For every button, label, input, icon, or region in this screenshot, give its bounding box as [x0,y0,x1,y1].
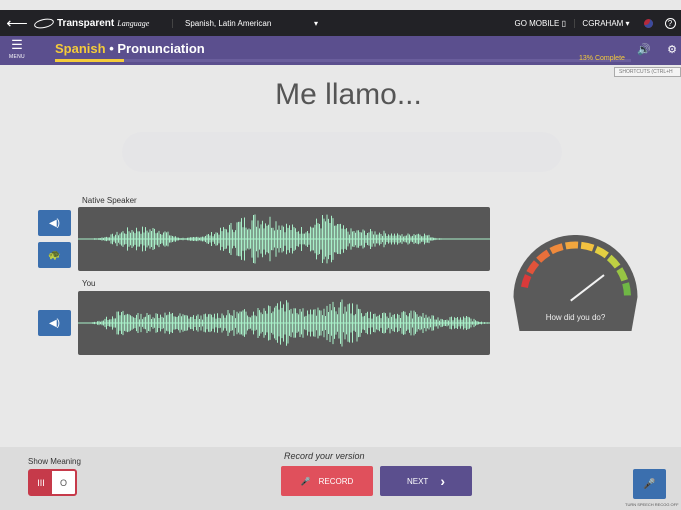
top-bar: ⟵ Transparent Language Spanish, Latin Am… [0,10,681,36]
slow-playback-button[interactable]: 🐢 [38,242,71,268]
help-icon[interactable]: ? [659,17,681,29]
toggle-on: III [30,471,52,494]
chevron-right-icon: › [440,473,445,489]
show-meaning-label: Show Meaning [28,457,81,466]
gauge-segment [520,274,532,289]
gauge-segment [565,241,579,250]
language-selector-value: Spanish, Latin American [185,18,272,28]
help-glyph: ? [664,17,676,29]
menu-label: MENU [9,54,25,60]
toggle-off: O [59,477,67,488]
menu-button[interactable]: ☰ MENU [0,36,34,65]
gauge-segment [549,243,564,255]
go-mobile-link[interactable]: GO MOBILE ▯ [507,19,574,28]
native-waveform [78,207,490,271]
gear-icon[interactable]: ⚙ [667,43,677,56]
course-language: Spanish [55,41,106,56]
progress-bar [55,59,631,62]
user-waveform-graphic [78,299,490,347]
native-waveform-graphic [78,214,490,264]
bottom-bar: Show Meaning III O Record your version 🎤… [0,447,681,510]
logo-swoosh-icon [33,16,55,30]
play-you-button[interactable]: ◀) [38,310,71,336]
record-button-label: RECORD [318,476,354,486]
course-bar-icons: 🔊 ⚙ [637,43,677,56]
volume-icon[interactable]: 🔊 [637,43,651,56]
shortcuts-hint[interactable]: SHORTCUTS (CTRL+H [614,67,681,77]
record-button[interactable]: 🎤 RECORD [281,466,373,496]
speech-recognition-label: TURN SPEECH RECOG OFF [625,502,679,507]
progress-percent: 13% Complete [579,55,625,62]
play-native-button[interactable]: ◀) [38,210,71,236]
gauge-segment [580,241,595,252]
show-meaning-toggle[interactable]: III O [28,469,77,496]
logo-text: Transparent [57,17,115,29]
score-gauge: How did you do? [507,234,644,335]
course-bar: ☰ MENU Spanish • Pronunciation 13% Compl… [0,36,681,65]
turtle-icon: 🐢 [48,249,61,261]
user-menu[interactable]: CGRAHAM ▾ [574,18,637,28]
hamburger-icon: ☰ [11,37,23,52]
meaning-box [122,132,562,172]
microphone-icon: 🎤 [300,476,311,486]
record-prompt: Record your version [284,451,365,461]
logo[interactable]: Transparent Language [33,16,172,30]
gauge-segment [622,282,631,296]
native-speaker-label: Native Speaker [82,196,137,205]
next-button-label: NEXT [406,476,429,486]
course-title: Spanish • Pronunciation [55,41,205,56]
back-arrow-icon[interactable]: ⟵ [0,14,34,32]
target-phrase: Me llamo... [275,78,422,111]
you-label: You [82,279,96,288]
gauge-label: How did you do? [545,313,606,322]
speech-recognition-button[interactable]: 🎤 [633,469,666,499]
language-flag-icon[interactable] [637,18,659,28]
logo-script: Language [117,18,150,28]
microphone-settings-icon: 🎤 [643,478,656,490]
title-separator: • [105,41,118,56]
language-selector[interactable]: Spanish, Latin American ▾ [172,18,332,28]
next-button[interactable]: NEXT › [380,466,472,496]
chevron-down-icon: ▾ [313,18,318,28]
user-waveform [78,291,490,355]
progress-fill [55,59,125,62]
course-section: Pronunciation [117,41,205,56]
